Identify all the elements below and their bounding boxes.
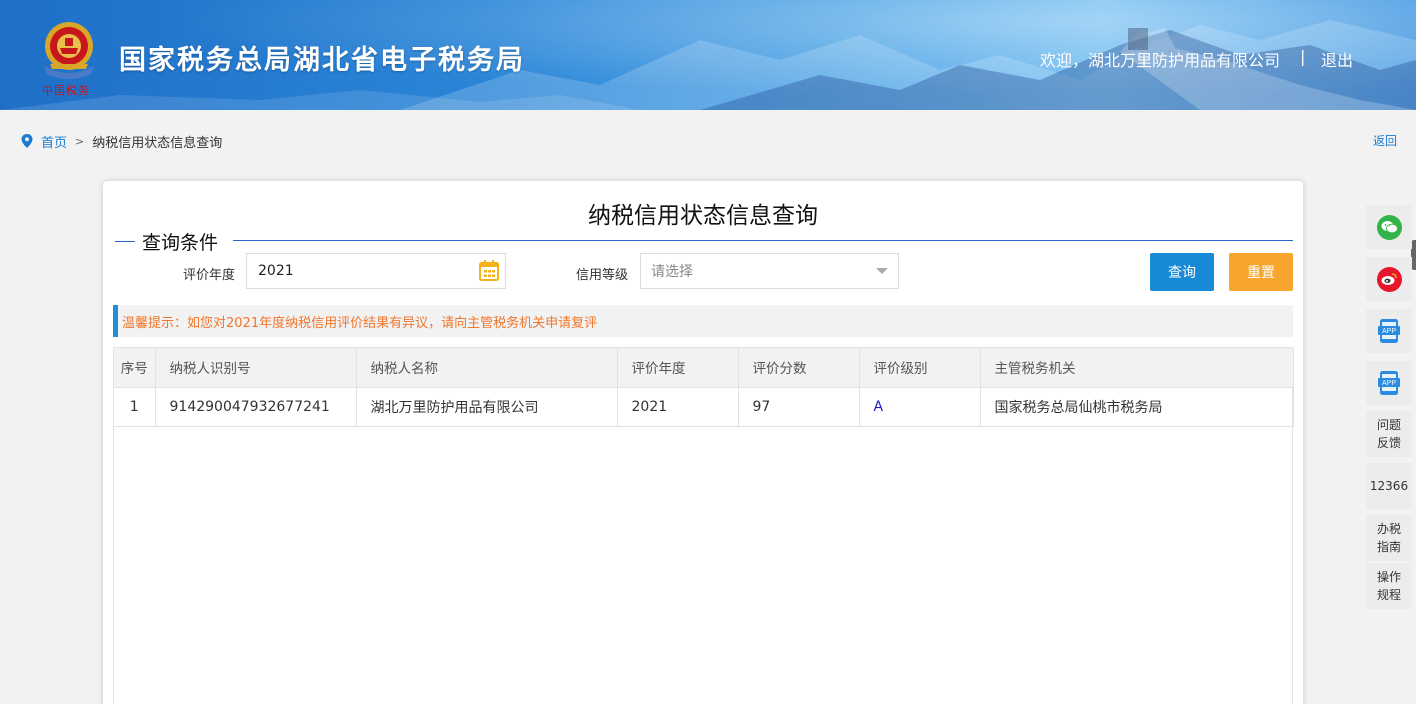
col-header-index: 序号 <box>114 348 156 388</box>
site-title: 国家税务总局湖北省电子税务局 <box>119 45 525 76</box>
header-separator: | <box>1300 47 1306 66</box>
section-divider-right <box>233 240 1293 241</box>
site-header: 中国税务 国家税务总局湖北省电子税务局 欢迎，湖北万里防护用品有限公司 | 退出 <box>0 0 1416 110</box>
app-icon: APP <box>1378 319 1400 343</box>
app-icon: APP <box>1378 371 1400 395</box>
year-label: 评价年度 <box>183 268 236 283</box>
section-divider-left <box>115 241 135 242</box>
sidebar-item-wechat[interactable] <box>1366 205 1412 249</box>
sidebar-item-app-1[interactable]: APP <box>1366 309 1412 353</box>
col-header-taxpayer-id: 纳税人识别号 <box>155 348 357 388</box>
col-header-taxpayer-name: 纳税人名称 <box>356 348 618 388</box>
cell-index: 1 <box>114 387 156 427</box>
procedures-label-2: 规程 <box>1376 588 1401 602</box>
wechat-icon <box>1376 214 1402 240</box>
chevron-down-icon[interactable] <box>876 268 888 274</box>
query-button[interactable]: 查询 <box>1150 253 1214 291</box>
sidebar-item-12366[interactable]: 12366 <box>1366 463 1412 509</box>
weibo-icon <box>1376 266 1402 292</box>
hotline-label: 12366 <box>1369 479 1409 493</box>
page-title: 纳税信用状态信息查询 <box>588 203 818 229</box>
sidebar-item-guide[interactable]: 办税 指南 <box>1366 515 1412 561</box>
result-table: 序号 纳税人识别号 纳税人名称 评价年度 评价分数 评价级别 主管税务机关 1 … <box>113 347 1294 704</box>
breadcrumb-home-link[interactable]: 首页 <box>41 132 67 151</box>
year-input[interactable]: 2021 <box>246 253 506 289</box>
welcome-text: 欢迎，湖北万里防护用品有限公司 <box>1040 51 1281 70</box>
col-header-score: 评价分数 <box>738 348 860 388</box>
cell-taxpayer-id: 914290047932677241 <box>155 387 357 427</box>
breadcrumb-arrow: > <box>75 134 85 148</box>
sidebar-item-weibo[interactable] <box>1366 257 1412 301</box>
logout-link[interactable]: 退出 <box>1321 47 1353 71</box>
table-row: 1 914290047932677241 湖北万里防护用品有限公司 2021 9… <box>114 387 1294 427</box>
cell-year: 2021 <box>617 387 739 427</box>
sidebar-item-feedback[interactable]: 问题 反馈 <box>1366 411 1412 457</box>
feedback-label-1: 问题 <box>1376 418 1401 432</box>
col-header-level: 评价级别 <box>859 348 981 388</box>
calendar-icon[interactable] <box>479 260 499 281</box>
table-header-row: 序号 纳税人识别号 纳税人名称 评价年度 评价分数 评价级别 主管税务机关 <box>114 348 1294 388</box>
notice-banner: 温馨提示：如您对2021年度纳税信用评价结果有异议，请向主管税务机关申请复评 <box>113 305 1293 337</box>
procedures-label-1: 操作 <box>1376 570 1401 584</box>
grade-select[interactable]: 请选择 <box>640 253 899 289</box>
tax-emblem-icon <box>44 22 94 79</box>
guide-label-1: 办税 <box>1376 522 1401 536</box>
col-header-tax-authority: 主管税务机关 <box>980 348 1294 388</box>
grade-label: 信用等级 <box>576 268 629 283</box>
svg-text:APP: APP <box>1382 328 1396 335</box>
svg-text:APP: APP <box>1382 380 1396 387</box>
emblem-caption: 中国税务 <box>42 84 90 97</box>
feedback-label-2: 反馈 <box>1376 436 1401 450</box>
sidebar-item-procedures[interactable]: 操作 规程 <box>1366 563 1412 609</box>
cell-level: A <box>859 387 981 427</box>
reset-button[interactable]: 重置 <box>1229 253 1293 291</box>
back-link[interactable]: 返回 <box>1373 132 1397 149</box>
cell-tax-authority: 国家税务总局仙桃市税务局 <box>980 387 1294 427</box>
sidebar-item-app-2[interactable]: APP <box>1366 361 1412 405</box>
cell-taxpayer-name: 湖北万里防护用品有限公司 <box>356 387 618 427</box>
section-label: 查询条件 <box>142 232 219 254</box>
cell-score: 97 <box>738 387 860 427</box>
breadcrumb-current: 纳税信用状态信息查询 <box>92 135 223 151</box>
guide-label-2: 指南 <box>1376 540 1401 554</box>
col-header-year: 评价年度 <box>617 348 739 388</box>
query-card: 纳税信用状态信息查询 查询条件 评价年度 2021 信用等级 请选择 查询 重置… <box>103 181 1303 704</box>
breadcrumb: 首页 > 纳税信用状态信息查询 <box>21 132 223 151</box>
location-pin-icon <box>21 134 33 148</box>
